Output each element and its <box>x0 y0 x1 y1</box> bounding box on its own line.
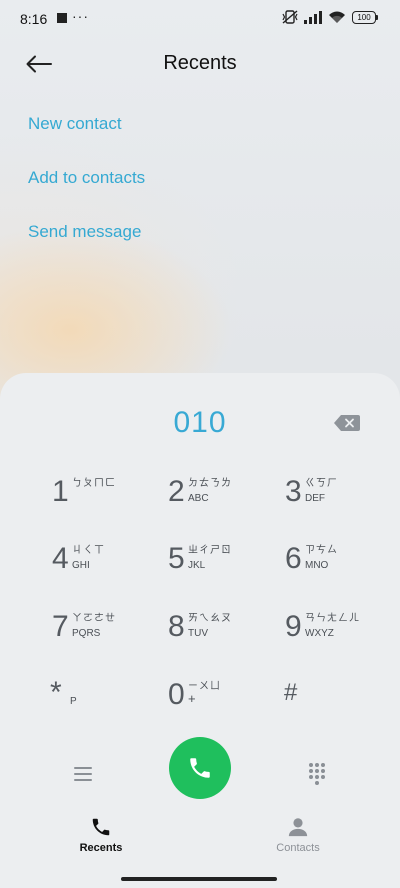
key-digit: 1 <box>52 475 69 508</box>
key-digit: # <box>284 679 298 706</box>
key-digit: 3 <box>285 475 302 508</box>
key-digit: 9 <box>285 610 302 643</box>
key-letters: P <box>70 696 77 707</box>
more-notifications-icon: ··· <box>72 8 89 24</box>
bottom-nav: Recents Contacts <box>0 812 400 862</box>
backspace-button[interactable] <box>330 411 364 435</box>
header: Recents <box>0 44 400 84</box>
key-zhuyin: ㄚㄛㄜㄝ <box>72 613 116 624</box>
new-contact-link[interactable]: New contact <box>28 114 122 134</box>
status-time: 8:16 <box>20 11 48 27</box>
tab-recents[interactable]: Recents <box>41 812 161 860</box>
send-message-link[interactable]: Send message <box>28 222 141 242</box>
key-letters: MNO <box>305 560 329 571</box>
dialer-sheet: 010 1 ㄅㄆㄇㄈ 2 ㄉㄊㄋㄌ ABC 3 ㄍㄎㄏ DEF 4 ㄐㄑㄒ GH… <box>0 373 400 888</box>
dial-key-8[interactable]: 8 ㄞㄟㄠㄡ TUV <box>168 605 278 657</box>
backspace-icon <box>334 415 360 431</box>
dial-key-0[interactable]: 0 ㄧㄨㄩ + <box>168 673 278 725</box>
key-zhuyin: ㄅㄆㄇㄈ <box>72 478 116 489</box>
key-letters: GHI <box>72 560 90 571</box>
key-digit: 8 <box>168 610 185 643</box>
dial-key-6[interactable]: 6 ㄗㄘㄙ MNO <box>285 537 395 589</box>
wifi-icon <box>329 11 345 23</box>
key-digit: 0 <box>168 678 185 711</box>
dial-key-2[interactable]: 2 ㄉㄊㄋㄌ ABC <box>168 470 278 522</box>
key-digit: 6 <box>285 542 302 575</box>
key-zhuyin: ㄞㄟㄠㄡ <box>188 613 232 624</box>
dial-key-4[interactable]: 4 ㄐㄑㄒ GHI <box>52 537 162 589</box>
key-letters: WXYZ <box>305 628 334 639</box>
key-letters: TUV <box>188 628 208 639</box>
dial-key-1[interactable]: 1 ㄅㄆㄇㄈ <box>52 470 162 522</box>
add-to-contacts-link[interactable]: Add to contacts <box>28 168 145 188</box>
menu-button[interactable] <box>63 754 103 794</box>
dial-key-hash[interactable]: # <box>284 673 394 725</box>
phone-icon <box>92 818 110 836</box>
key-zhuyin: ㄉㄊㄋㄌ <box>188 478 232 489</box>
home-indicator[interactable] <box>121 877 277 881</box>
key-letters: + <box>188 691 196 706</box>
dial-key-7[interactable]: 7 ㄚㄛㄜㄝ PQRS <box>52 605 162 657</box>
key-zhuyin: ㄍㄎㄏ <box>305 478 338 489</box>
person-icon <box>288 818 308 837</box>
key-digit: 2 <box>168 475 185 508</box>
phone-icon <box>190 758 210 778</box>
tab-contacts-label: Contacts <box>276 842 320 854</box>
keypad-toggle-button[interactable] <box>297 754 337 794</box>
notification-square-icon <box>57 13 67 23</box>
key-zhuyin: ㄗㄘㄙ <box>305 545 338 556</box>
tab-contacts[interactable]: Contacts <box>238 812 358 860</box>
battery-icon: 100 <box>352 10 378 24</box>
key-digit: * <box>50 676 62 709</box>
dialpad-icon <box>309 763 325 785</box>
call-button[interactable] <box>169 737 231 799</box>
signal-icon <box>304 10 322 24</box>
key-zhuyin: ㄐㄑㄒ <box>72 545 105 556</box>
key-zhuyin: ㄓㄔㄕㄖ <box>188 545 232 556</box>
status-bar: 8:16 ··· 100 <box>0 0 400 40</box>
key-letters: DEF <box>305 493 325 504</box>
key-digit: 7 <box>52 610 69 643</box>
dial-key-5[interactable]: 5 ㄓㄔㄕㄖ JKL <box>168 537 278 589</box>
vibrate-icon <box>282 10 298 24</box>
menu-icon <box>74 767 92 781</box>
key-letters: PQRS <box>72 628 101 639</box>
key-letters: JKL <box>188 560 206 571</box>
dial-key-star[interactable]: * P <box>50 673 160 725</box>
tab-recents-label: Recents <box>79 842 123 854</box>
key-letters: ABC <box>188 493 209 504</box>
dial-key-9[interactable]: 9 ㄢㄣㄤㄥㄦ WXYZ <box>285 605 395 657</box>
dial-key-3[interactable]: 3 ㄍㄎㄏ DEF <box>285 470 395 522</box>
key-digit: 5 <box>168 542 185 575</box>
page-title: Recents <box>163 52 237 74</box>
key-zhuyin: ㄢㄣㄤㄥㄦ <box>305 613 360 624</box>
status-icons: 100 <box>282 10 378 24</box>
key-digit: 4 <box>52 542 69 575</box>
